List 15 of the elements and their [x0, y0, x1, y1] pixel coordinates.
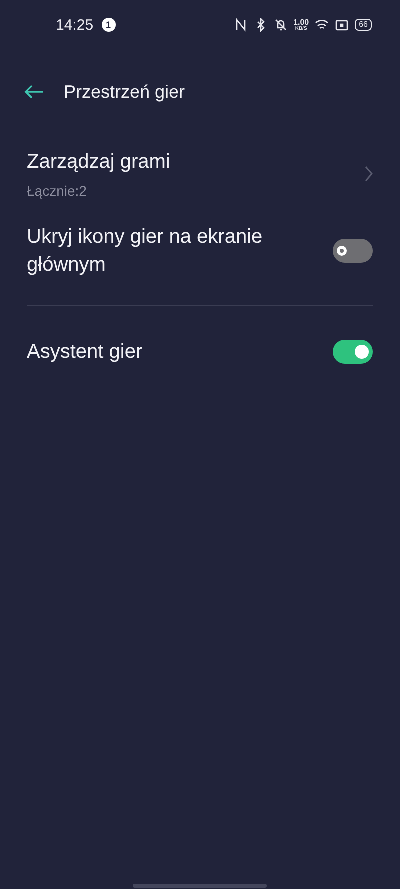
screen-icon	[335, 18, 350, 32]
clock-time: 14:25	[56, 16, 94, 34]
muted-bell-icon	[274, 18, 288, 32]
page-title: Przestrzeń gier	[64, 82, 186, 102]
toggle-switch[interactable]	[333, 340, 373, 364]
setting-title[interactable]: Ukryj ikony gier na ekranie głównym	[27, 223, 317, 279]
toggle-switch[interactable]	[333, 239, 373, 263]
battery-level: 66	[355, 19, 372, 31]
setting-title[interactable]: Zarządzaj grami	[27, 148, 349, 176]
back-button[interactable]	[24, 84, 44, 100]
nfc-icon	[234, 18, 248, 32]
setting-title[interactable]: Asystent gier	[27, 338, 317, 366]
setting-subtitle: Łącznie:2	[27, 183, 88, 199]
wifi-icon	[315, 18, 330, 32]
notification-badge: 1	[102, 18, 116, 32]
